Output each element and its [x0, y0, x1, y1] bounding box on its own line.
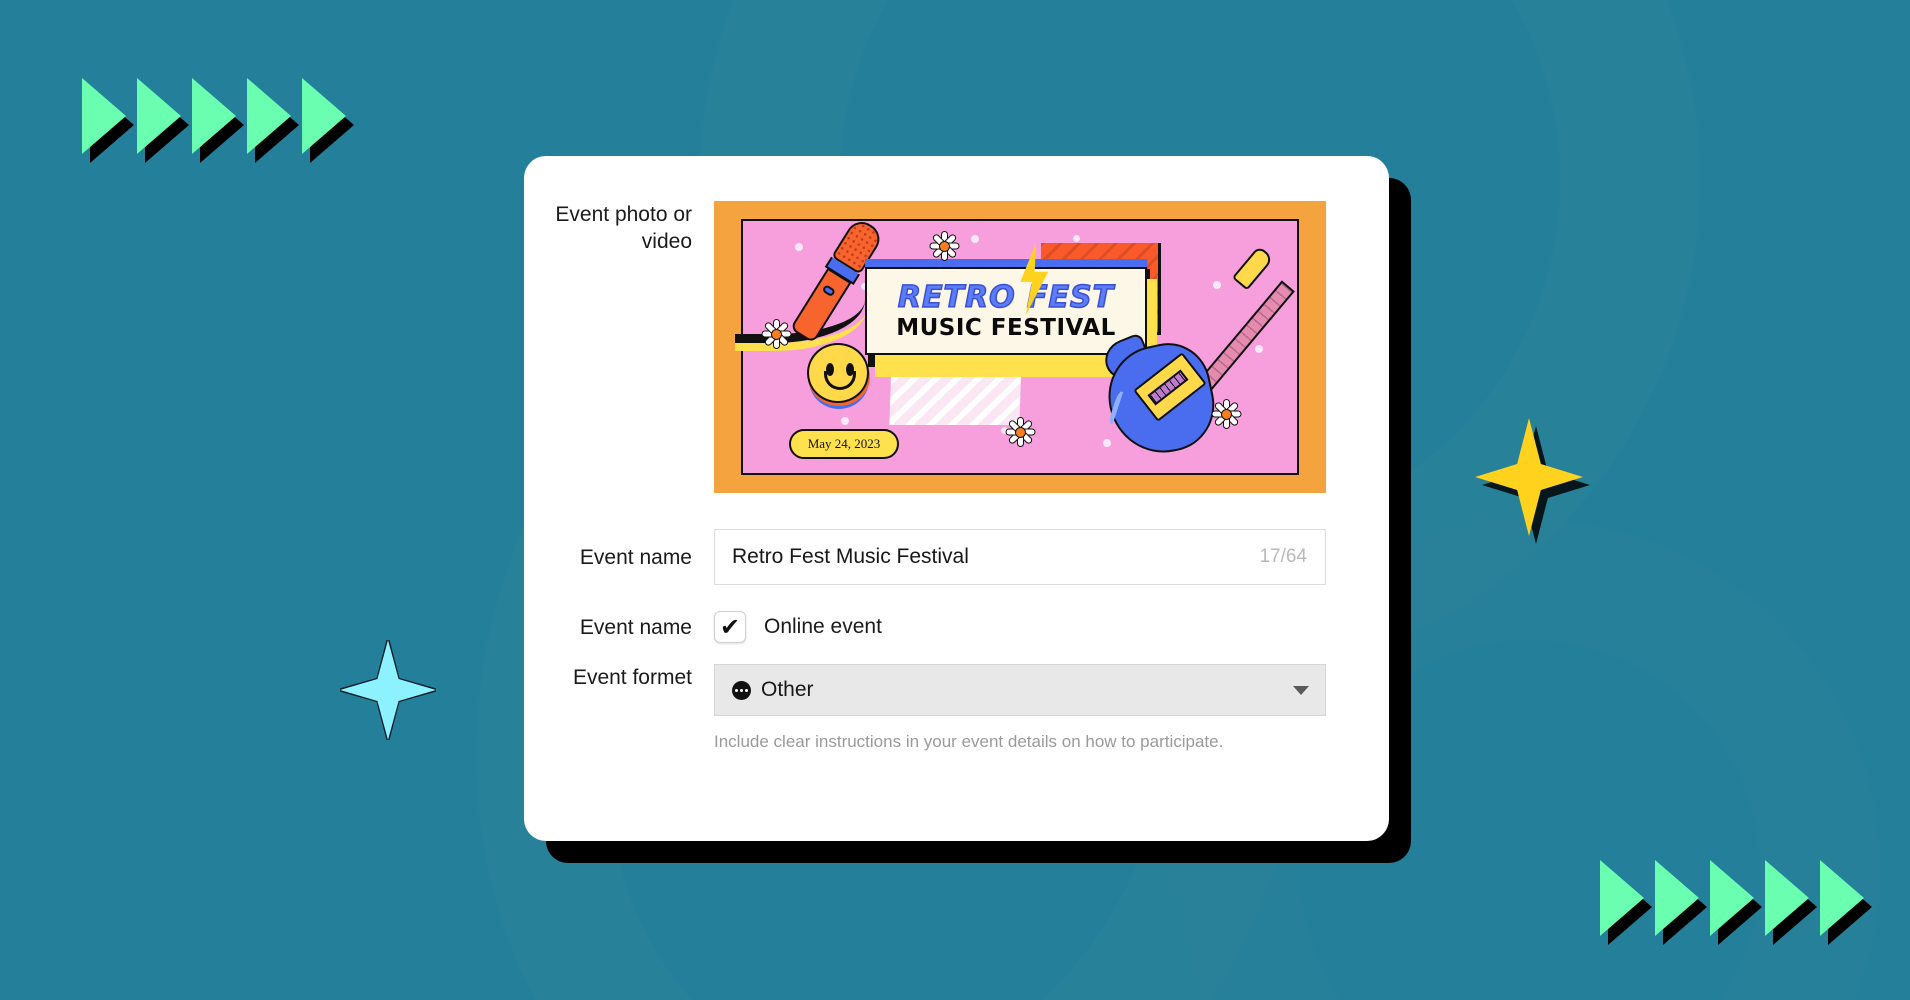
other-dots-icon — [732, 680, 751, 700]
event-name-value[interactable]: Retro Fest Music Festival — [732, 545, 969, 569]
arrow-right-icon — [1655, 860, 1707, 945]
event-poster-preview[interactable]: RETRO FEST MUSIC FESTIVAL May 24, 2023 — [714, 201, 1326, 493]
online-event-checkbox-label[interactable]: Online event — [764, 615, 882, 639]
sparkle-cyan-icon — [340, 640, 436, 740]
poster-dot — [841, 417, 849, 425]
arrow-right-icon — [247, 78, 299, 163]
event-format-selected-value: Other — [761, 678, 814, 701]
poster-date-badge: May 24, 2023 — [789, 429, 899, 459]
chevron-down-icon[interactable] — [1293, 685, 1309, 695]
event-form-card: Event photo or video RETRO FEST MUSIC FE… — [524, 156, 1389, 841]
poster-title-line2: MUSIC FESTIVAL — [896, 315, 1116, 341]
arrow-right-icon — [1600, 860, 1652, 945]
event-name-counter: 17/64 — [1259, 546, 1307, 567]
poster-dot — [971, 235, 979, 243]
arrow-right-icon — [137, 78, 189, 163]
decor-arrows-top-left — [82, 78, 354, 163]
electric-guitar-icon — [1091, 241, 1295, 467]
arrow-right-icon — [1710, 860, 1762, 945]
online-event-checkbox[interactable]: ✔ — [714, 611, 746, 643]
event-photo-label: Event photo or video — [555, 203, 692, 253]
daisy-flower-icon — [1211, 399, 1241, 429]
arrow-right-icon — [82, 78, 134, 163]
poster-dot — [795, 243, 803, 251]
arrow-right-icon — [192, 78, 244, 163]
event-format-select[interactable]: Other — [714, 664, 1326, 716]
arrow-right-icon — [1765, 860, 1817, 945]
arrow-right-icon — [302, 78, 354, 163]
event-name-input[interactable]: Retro Fest Music Festival 17/64 — [714, 529, 1326, 585]
smiley-face-icon — [807, 343, 871, 409]
event-name-row: Event name Retro Fest Music Festival 17/… — [524, 529, 1326, 585]
poster-title-line1: RETRO FEST — [897, 280, 1115, 316]
online-event-row: Event name ✔ Online event — [524, 599, 882, 655]
event-format-help-text: Include clear instructions in your event… — [714, 732, 1224, 751]
event-format-label: Event formet — [572, 666, 692, 689]
online-event-label: Event name — [579, 615, 692, 639]
event-format-row: Event formet Other Include clear instruc… — [524, 664, 1326, 752]
daisy-flower-icon — [929, 231, 959, 261]
page-root: Event photo or video RETRO FEST MUSIC FE… — [0, 0, 1910, 1000]
decor-arrows-bottom-right — [1600, 860, 1872, 945]
poster-dot — [1073, 235, 1080, 242]
daisy-flower-icon — [1005, 417, 1035, 447]
sparkle-yellow-icon — [1475, 418, 1590, 544]
event-photo-row: Event photo or video RETRO FEST MUSIC FE… — [524, 201, 1326, 493]
checkmark-icon: ✔ — [719, 613, 741, 641]
event-name-label: Event name — [579, 545, 692, 569]
daisy-flower-icon — [761, 319, 791, 349]
poster-inner-panel: RETRO FEST MUSIC FESTIVAL May 24, 2023 — [735, 216, 1299, 475]
arrow-right-icon — [1820, 860, 1872, 945]
